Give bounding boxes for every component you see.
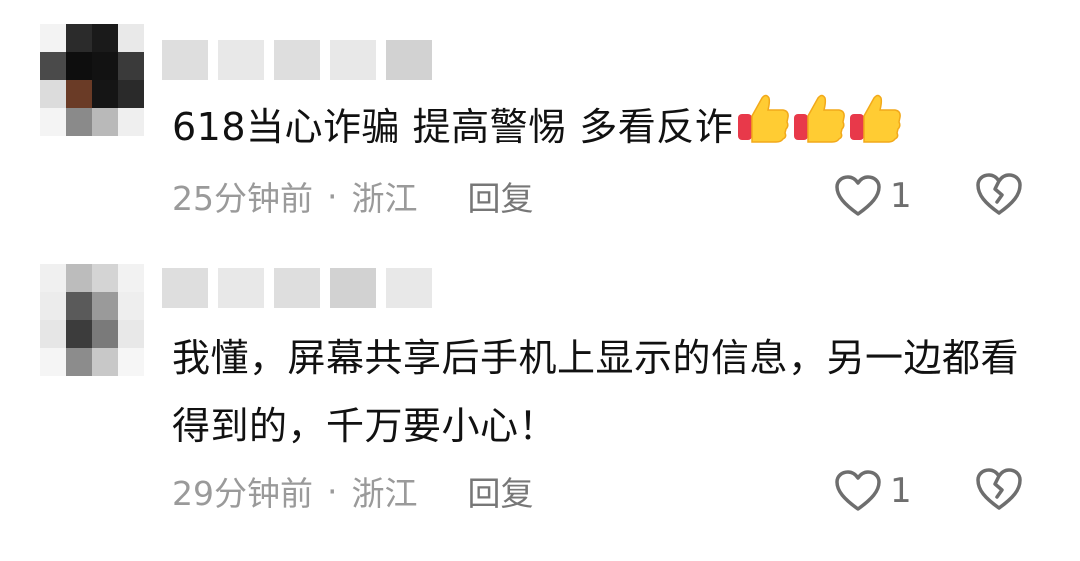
heart-outline-icon [835,175,881,216]
username-blurred[interactable] [162,268,432,308]
location: 浙江 [351,179,418,218]
comment-text-content: 618当心诈骗 提高警惕 多看反诈 [172,105,734,149]
like-count: 1 [890,471,912,511]
reply-button[interactable]: 回复 [468,467,534,515]
timestamp: 25分钟前 [172,179,313,218]
timestamp: 29分钟前 [172,474,313,513]
location: 浙江 [351,474,418,513]
emoji-group [735,92,903,146]
separator: · [327,471,338,511]
comment-text-content: 我懂，屏幕共享后手机上显示的信息，另一边都看得到的，千万要小心！ [172,336,1020,448]
username-blurred[interactable] [162,40,432,80]
comment-item: 我懂，屏幕共享后手机上显示的信息，另一边都看得到的，千万要小心！ 29分钟前 ·… [0,250,1080,561]
separator: · [327,176,338,216]
comment-text: 我懂，屏幕共享后手机上显示的信息，另一边都看得到的，千万要小心！ [172,324,1032,460]
reply-button[interactable]: 回复 [468,172,534,220]
comment-item: 618当心诈骗 提高警惕 多看反诈 25分钟前 · 浙江 回复 1 [0,0,1080,250]
like-button[interactable]: 1 [834,466,912,516]
avatar[interactable] [40,24,144,136]
like-count: 1 [890,176,912,216]
dislike-button[interactable] [974,171,1024,221]
like-button[interactable]: 1 [834,171,912,221]
broken-heart-icon [976,173,1022,215]
comment-meta: 25分钟前 · 浙江 回复 [172,171,534,221]
avatar[interactable] [40,264,144,376]
thumbs-up-emoji-icon [738,94,790,143]
heart-outline-icon [835,470,881,511]
thumbs-up-emoji-icon [794,94,846,143]
dislike-button[interactable] [974,466,1024,516]
comment-text: 618当心诈骗 提高警惕 多看反诈 [172,92,1032,161]
comment-meta: 29分钟前 · 浙江 回复 [172,466,534,516]
thumbs-up-emoji-icon [850,94,902,143]
broken-heart-icon [976,468,1022,510]
